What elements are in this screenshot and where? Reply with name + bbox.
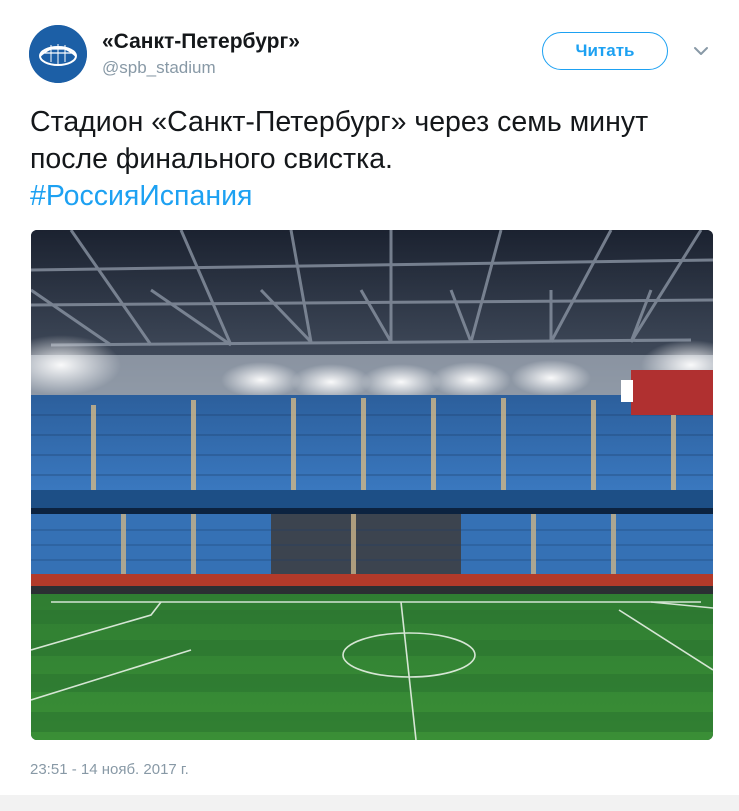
author-handle[interactable]: @spb_stadium [102,58,216,78]
bottom-divider [0,795,739,811]
author-display-name[interactable]: «Санкт-Петербург» [102,30,300,54]
follow-button[interactable]: Читать [542,32,668,70]
tweet-body: Стадион «Санкт-Петербург» через семь мин… [30,106,649,175]
tweet-timestamp[interactable]: 23:51 - 14 нояб. 2017 г. [30,761,189,778]
stadium-logo-icon [29,25,87,83]
tweet-photo[interactable] [31,230,713,740]
hashtag-link[interactable]: #РоссияИспания [30,178,710,215]
tweet-text: Стадион «Санкт-Петербург» через семь мин… [30,104,710,215]
stadium-photo [31,230,713,740]
avatar[interactable] [29,25,87,83]
more-menu-button[interactable] [690,40,712,62]
chevron-down-icon [694,47,708,55]
